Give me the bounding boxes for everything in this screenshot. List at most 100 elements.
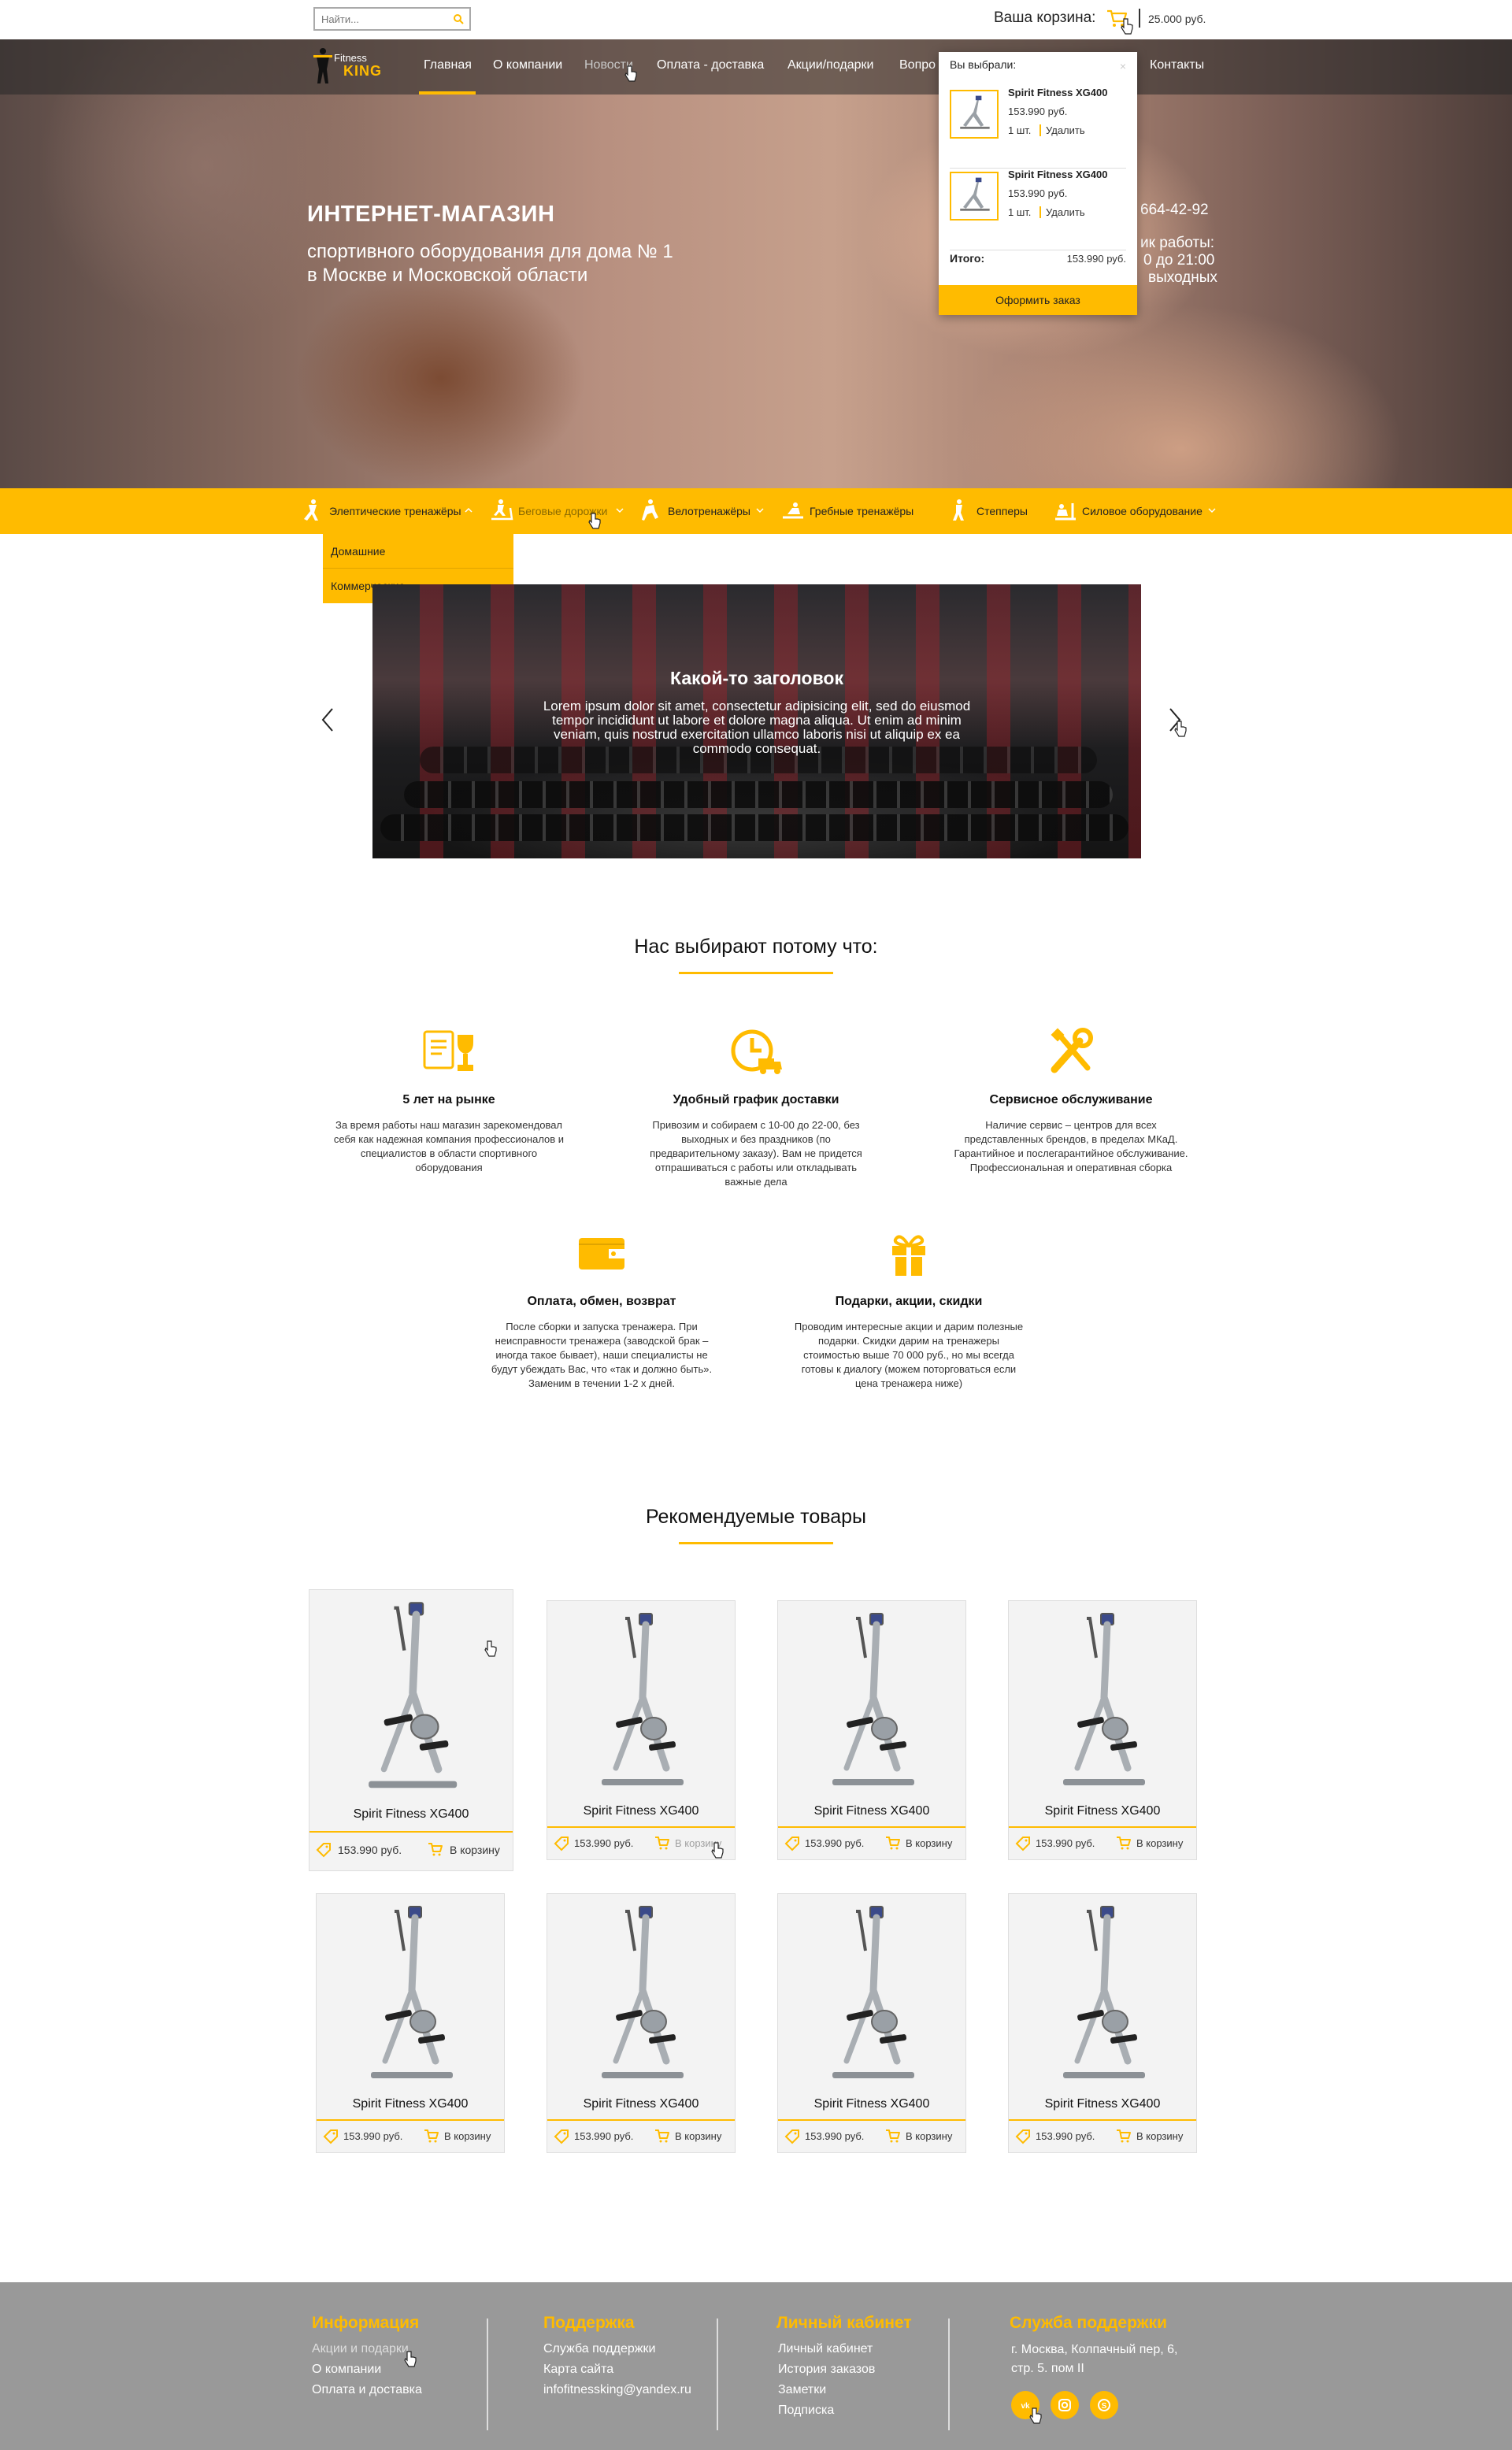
remove-item-link[interactable]: Удалить [1046, 124, 1085, 136]
close-icon[interactable]: × [1120, 60, 1126, 72]
instagram-button[interactable] [1051, 2391, 1079, 2419]
product-image[interactable] [360, 1599, 462, 1796]
product-name[interactable]: Spirit Fitness XG400 [1009, 2097, 1196, 2111]
footer-link-about[interactable]: О компании [312, 2363, 381, 2377]
nav-faq[interactable]: Вопро [899, 58, 936, 72]
divider [1040, 206, 1041, 218]
product-image[interactable] [594, 1903, 688, 2086]
add-to-cart-button[interactable]: В корзину [906, 1837, 952, 1849]
category-bikes[interactable]: Велотренажёры [639, 499, 773, 524]
add-to-cart-button[interactable]: В корзину [450, 1844, 500, 1856]
product-card[interactable]: Spirit Fitness XG400 153.990 руб. В корзин… [777, 1893, 966, 2153]
footer-support-title: Поддержка [543, 2314, 635, 2332]
tools-icon [1051, 1028, 1093, 1073]
cart-icon[interactable] [885, 2129, 901, 2143]
search-icon[interactable] [452, 13, 465, 25]
category-steppers[interactable]: Степперы [948, 499, 1035, 524]
category-treadmill[interactable]: Беговые дорожки [490, 499, 632, 524]
product-card[interactable]: Spirit Fitness XG400 153.990 руб. В корзин… [1008, 1893, 1197, 2153]
cart-icon[interactable] [654, 1836, 670, 1850]
product-price: 153.990 руб. [574, 2130, 634, 2142]
footer-link-support[interactable]: Служба поддержки [543, 2342, 655, 2356]
pointer-cursor-icon [711, 1842, 724, 1859]
cart-icon[interactable] [885, 1836, 901, 1850]
cart-label: Ваша корзина: [994, 9, 1096, 26]
product-image[interactable] [825, 1903, 919, 2086]
elliptical-icon [304, 499, 318, 521]
rowing-icon [783, 502, 803, 519]
footer-link-sitemap[interactable]: Карта сайта [543, 2363, 613, 2377]
product-name[interactable]: Spirit Fitness XG400 [778, 2097, 965, 2111]
product-name[interactable]: Spirit Fitness XG400 [547, 2097, 735, 2111]
gift-icon [892, 1235, 925, 1276]
cart-icon[interactable] [1116, 1836, 1132, 1850]
product-image[interactable] [1055, 1610, 1150, 1793]
cart-icon[interactable] [428, 1842, 443, 1856]
clock-truck-icon [731, 1029, 782, 1074]
product-thumbnail[interactable] [950, 172, 999, 221]
checkout-button[interactable]: Оформить заказ [939, 285, 1137, 315]
search-box[interactable] [313, 7, 471, 31]
nav-home[interactable]: Главная [424, 58, 472, 72]
remove-item-link[interactable]: Удалить [1046, 206, 1085, 218]
product-card[interactable]: Spirit Fitness XG400 153.990 руб. В корзин… [1008, 1600, 1197, 1860]
cart-dropdown-total-value: 153.990 руб. [1066, 253, 1126, 265]
product-image[interactable] [594, 1610, 688, 1793]
submenu-item-home[interactable]: Домашние [331, 545, 385, 558]
product-image[interactable] [1055, 1903, 1150, 2086]
footer-link-subscription[interactable]: Подписка [778, 2404, 834, 2418]
product-name[interactable]: Spirit Fitness XG400 [778, 1804, 965, 1818]
nav-contacts[interactable]: Контакты [1150, 58, 1204, 72]
add-to-cart-button[interactable]: В корзину [1136, 2130, 1183, 2142]
product-image[interactable] [825, 1610, 919, 1793]
category-label: Силовое оборудование [1082, 505, 1203, 517]
footer-link-notes[interactable]: Заметки [778, 2383, 826, 2397]
category-strength[interactable]: Силовое оборудование [1054, 499, 1227, 524]
footer-link-promotions[interactable]: Акции и подарки [312, 2342, 409, 2356]
cart-item-name[interactable]: Spirit Fitness XG400 [1008, 169, 1107, 180]
footer-link-payment[interactable]: Оплата и доставка [312, 2383, 422, 2397]
certificate-trophy-icon [423, 1030, 473, 1071]
footer-link-email[interactable]: infofitnessking@yandex.ru [543, 2383, 691, 2397]
cart-item-qty: 1 шт. [1008, 124, 1032, 136]
product-card[interactable]: Spirit Fitness XG400 153.990 руб. В корзин… [316, 1893, 505, 2153]
product-thumbnail[interactable] [950, 90, 999, 139]
cart-icon[interactable] [654, 2129, 670, 2143]
add-to-cart-button[interactable]: В корзину [675, 2130, 721, 2142]
nav-payment-delivery[interactable]: Оплата - доставка [657, 58, 764, 72]
price-tag-icon [316, 1843, 331, 1858]
product-name[interactable]: Spirit Fitness XG400 [547, 1804, 735, 1818]
add-to-cart-button[interactable]: В корзину [906, 2130, 952, 2142]
logo[interactable]: Fitness KING [313, 46, 392, 87]
pointer-cursor-icon [1174, 721, 1187, 737]
nav-about[interactable]: О компании [493, 58, 562, 72]
footer-link-account[interactable]: Личный кабинет [778, 2342, 873, 2356]
cart-icon[interactable] [424, 2129, 439, 2143]
cart-item-name[interactable]: Spirit Fitness XG400 [1008, 87, 1107, 98]
product-card[interactable]: Spirit Fitness XG400 153.990 руб. В корзин… [777, 1600, 966, 1860]
add-to-cart-button[interactable]: В корзину [444, 2130, 491, 2142]
pointer-cursor-icon [484, 1640, 497, 1657]
product-name[interactable]: Spirit Fitness XG400 [317, 2097, 504, 2111]
product-image[interactable] [363, 1903, 458, 2086]
category-rowing[interactable]: Гребные тренажёры [781, 499, 928, 524]
divider [1040, 124, 1041, 136]
skype-button[interactable]: S [1090, 2391, 1118, 2419]
product-card[interactable]: Spirit Fitness XG400 153.990 руб. В корзин… [309, 1589, 513, 1871]
footer-link-order-history[interactable]: История заказов [778, 2363, 875, 2377]
cart-icon[interactable] [1116, 2129, 1132, 2143]
product-price: 153.990 руб. [1036, 2130, 1095, 2142]
product-card[interactable]: Spirit Fitness XG400 153.990 руб. В корзин… [547, 1893, 736, 2153]
search-input[interactable] [321, 12, 439, 26]
add-to-cart-button[interactable]: В корзину [1136, 1837, 1183, 1849]
price-tag-icon [1015, 2129, 1030, 2144]
feature-title: 5 лет на рынке [402, 1093, 495, 1106]
skype-icon: S [1098, 2399, 1110, 2411]
arrow-left-icon[interactable] [318, 706, 337, 734]
footer-divider [717, 2318, 718, 2430]
category-elliptical[interactable]: Элептические тренажёры [301, 499, 474, 524]
nav-promotions[interactable]: Акции/подарки [788, 58, 873, 72]
product-name[interactable]: Spirit Fitness XG400 [309, 1807, 513, 1822]
product-card[interactable]: Spirit Fitness XG400 153.990 руб. В корзин… [547, 1600, 736, 1860]
product-name[interactable]: Spirit Fitness XG400 [1009, 1804, 1196, 1818]
